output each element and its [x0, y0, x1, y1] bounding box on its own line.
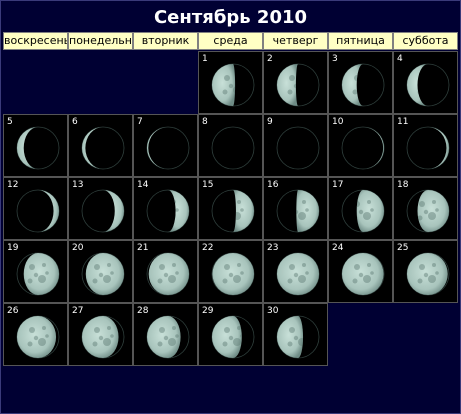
- weekday-header: понедельни: [68, 32, 133, 50]
- day-cell[interactable]: 1: [198, 51, 263, 114]
- moon-lit-area: [212, 253, 254, 295]
- day-cell[interactable]: 23: [263, 240, 328, 303]
- moon-disc: [211, 126, 255, 170]
- day-cell[interactable]: 5: [3, 114, 68, 177]
- moon-lit-area: [277, 253, 319, 295]
- day-cell[interactable]: 18: [393, 177, 458, 240]
- moon-phase-icon: [211, 252, 255, 296]
- moon-phase-icon: [406, 189, 450, 233]
- day-cell[interactable]: 19: [3, 240, 68, 303]
- day-number: 4: [397, 54, 403, 64]
- moon-phase-icon: [16, 315, 60, 359]
- day-cell[interactable]: 4: [393, 51, 458, 114]
- day-cell[interactable]: 2: [263, 51, 328, 114]
- moon-phase-icon: [81, 189, 125, 233]
- moon-phase-icon: [276, 63, 320, 107]
- moon-lit-area: [23, 253, 59, 295]
- day-cell[interactable]: 27: [68, 303, 133, 366]
- moon-phase-icon: [81, 126, 125, 170]
- day-number: 6: [72, 117, 78, 127]
- moon-lit-area: [277, 316, 304, 358]
- day-cell[interactable]: 3: [328, 51, 393, 114]
- moon-phase-icon: [276, 315, 320, 359]
- day-number: 5: [7, 117, 13, 127]
- moon-lit-area: [148, 253, 189, 295]
- weekday-header: суббота: [393, 32, 458, 50]
- day-cell[interactable]: 16: [263, 177, 328, 240]
- day-cell[interactable]: 11: [393, 114, 458, 177]
- day-cell[interactable]: 17: [328, 177, 393, 240]
- day-cell[interactable]: 7: [133, 114, 198, 177]
- moon-phase-icon: [341, 189, 385, 233]
- moon-phase-icon: [81, 252, 125, 296]
- day-cell[interactable]: 9: [263, 114, 328, 177]
- day-cell[interactable]: 21: [133, 240, 198, 303]
- moon-phase-icon: [16, 126, 60, 170]
- moon-phase-icon: [16, 189, 60, 233]
- weekday-header: вторник: [133, 32, 198, 50]
- day-cell[interactable]: 8: [198, 114, 263, 177]
- moon-lit-area: [212, 316, 242, 358]
- day-number: 9: [267, 117, 273, 127]
- day-cell[interactable]: 15: [198, 177, 263, 240]
- day-cell[interactable]: 14: [133, 177, 198, 240]
- day-cell[interactable]: 6: [68, 114, 133, 177]
- moon-lit-area: [417, 190, 449, 232]
- day-number: 7: [137, 117, 143, 127]
- moon-disc: [276, 126, 320, 170]
- moon-phase-icon: [406, 126, 450, 170]
- moon-phase-icon: [146, 315, 190, 359]
- weekday-header: воскресень: [3, 32, 68, 50]
- weekday-header: пятница: [328, 32, 393, 50]
- day-cell[interactable]: 20: [68, 240, 133, 303]
- moon-phase-icon: [16, 252, 60, 296]
- moon-phase-icon: [341, 252, 385, 296]
- day-cell[interactable]: 22: [198, 240, 263, 303]
- moon-phase-icon: [146, 126, 190, 170]
- moon-phase-icon: [276, 189, 320, 233]
- moon-phase-icon: [406, 63, 450, 107]
- day-cell[interactable]: 26: [3, 303, 68, 366]
- moon-phase-icon: [341, 63, 385, 107]
- moon-phase-icon: [146, 252, 190, 296]
- day-cell[interactable]: 10: [328, 114, 393, 177]
- day-cell[interactable]: 30: [263, 303, 328, 366]
- moon-phase-icon: [406, 252, 450, 296]
- day-cell[interactable]: 28: [133, 303, 198, 366]
- day-cell[interactable]: 25: [393, 240, 458, 303]
- weekday-header: четверг: [263, 32, 328, 50]
- moon-phase-icon: [276, 252, 320, 296]
- day-cell[interactable]: 24: [328, 240, 393, 303]
- moon-phase-icon: [341, 126, 385, 170]
- moon-phase-icon: [276, 126, 320, 170]
- day-cell[interactable]: 13: [68, 177, 133, 240]
- day-cell[interactable]: 29: [198, 303, 263, 366]
- moon-phase-icon: [211, 126, 255, 170]
- calendar-title: Сентябрь 2010: [153, 7, 308, 28]
- moon-phase-icon: [211, 315, 255, 359]
- weekday-header: среда: [198, 32, 263, 50]
- day-cell[interactable]: 12: [3, 177, 68, 240]
- moon-lit-area: [233, 190, 254, 232]
- day-number: 8: [202, 117, 208, 127]
- moon-phase-icon: [81, 315, 125, 359]
- day-number: 2: [267, 54, 273, 64]
- moon-phase-icon: [146, 189, 190, 233]
- moon-phase-icon: [211, 189, 255, 233]
- day-number: 3: [332, 54, 338, 64]
- moon-phase-icon: [211, 63, 255, 107]
- day-number: 1: [202, 54, 208, 64]
